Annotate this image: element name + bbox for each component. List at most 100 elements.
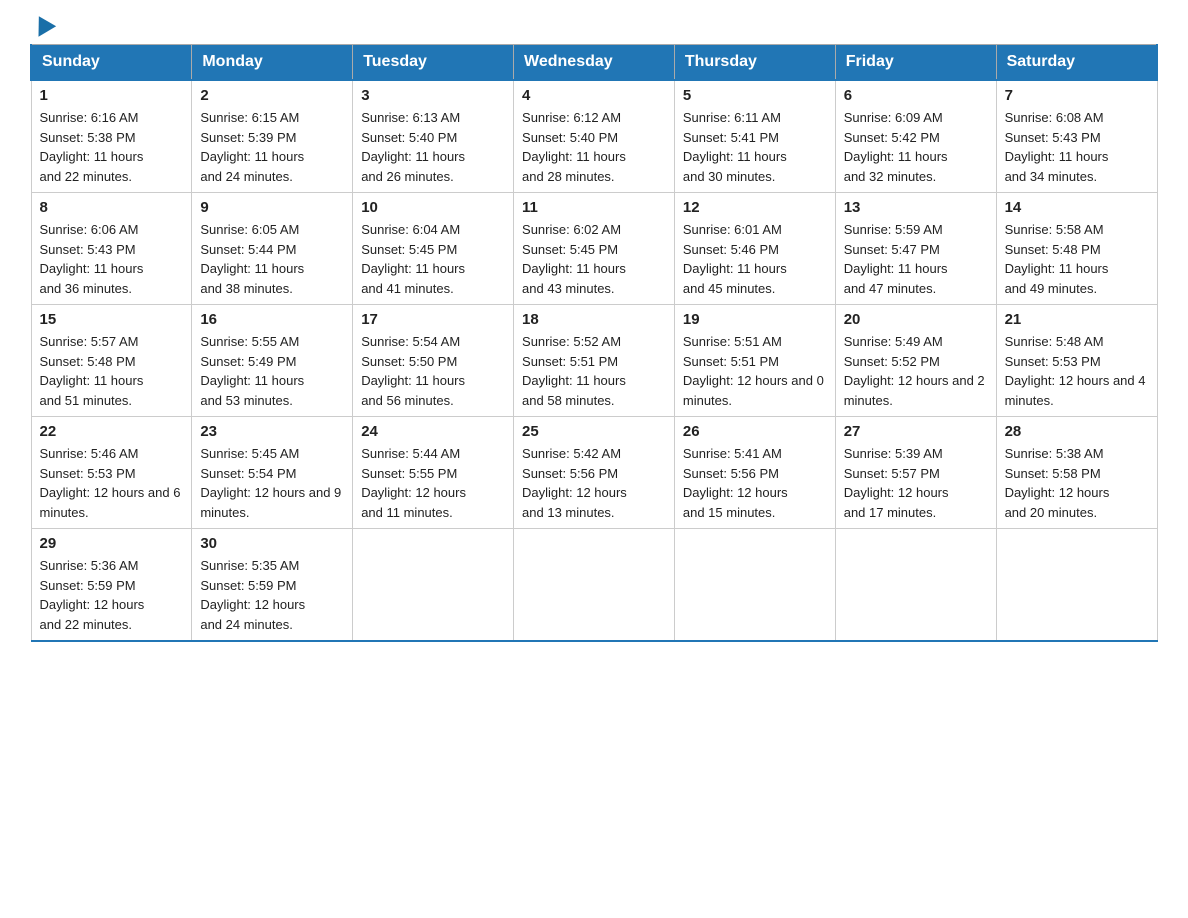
header-sunday: Sunday — [31, 45, 192, 81]
day-info: Sunrise: 6:08 AMSunset: 5:43 PMDaylight:… — [1005, 110, 1109, 184]
day-info: Sunrise: 5:39 AMSunset: 5:57 PMDaylight:… — [844, 446, 949, 520]
day-number: 24 — [361, 423, 505, 440]
day-info: Sunrise: 6:15 AMSunset: 5:39 PMDaylight:… — [200, 110, 304, 184]
calendar-header-row: SundayMondayTuesdayWednesdayThursdayFrid… — [31, 45, 1157, 81]
day-info: Sunrise: 5:42 AMSunset: 5:56 PMDaylight:… — [522, 446, 627, 520]
day-info: Sunrise: 5:49 AMSunset: 5:52 PMDaylight:… — [844, 334, 985, 408]
day-info: Sunrise: 5:35 AMSunset: 5:59 PMDaylight:… — [200, 558, 305, 632]
logo-triangle-icon — [30, 16, 56, 42]
day-number: 7 — [1005, 87, 1149, 104]
day-info: Sunrise: 6:09 AMSunset: 5:42 PMDaylight:… — [844, 110, 948, 184]
header-wednesday: Wednesday — [514, 45, 675, 81]
day-info: Sunrise: 5:59 AMSunset: 5:47 PMDaylight:… — [844, 222, 948, 296]
day-info: Sunrise: 6:04 AMSunset: 5:45 PMDaylight:… — [361, 222, 465, 296]
header-thursday: Thursday — [674, 45, 835, 81]
day-number: 17 — [361, 311, 505, 328]
day-info: Sunrise: 5:41 AMSunset: 5:56 PMDaylight:… — [683, 446, 788, 520]
day-number: 12 — [683, 199, 827, 216]
day-number: 3 — [361, 87, 505, 104]
day-number: 9 — [200, 199, 344, 216]
day-info: Sunrise: 5:57 AMSunset: 5:48 PMDaylight:… — [40, 334, 144, 408]
day-info: Sunrise: 6:13 AMSunset: 5:40 PMDaylight:… — [361, 110, 465, 184]
day-info: Sunrise: 6:05 AMSunset: 5:44 PMDaylight:… — [200, 222, 304, 296]
header-monday: Monday — [192, 45, 353, 81]
day-number: 27 — [844, 423, 988, 440]
calendar-cell — [835, 529, 996, 642]
day-number: 5 — [683, 87, 827, 104]
calendar-cell: 23 Sunrise: 5:45 AMSunset: 5:54 PMDaylig… — [192, 417, 353, 529]
day-number: 13 — [844, 199, 988, 216]
day-number: 14 — [1005, 199, 1149, 216]
day-info: Sunrise: 6:11 AMSunset: 5:41 PMDaylight:… — [683, 110, 787, 184]
calendar-cell: 19 Sunrise: 5:51 AMSunset: 5:51 PMDaylig… — [674, 305, 835, 417]
logo — [30, 20, 53, 34]
calendar-cell — [996, 529, 1157, 642]
day-number: 29 — [40, 535, 184, 552]
calendar-cell: 30 Sunrise: 5:35 AMSunset: 5:59 PMDaylig… — [192, 529, 353, 642]
day-info: Sunrise: 6:01 AMSunset: 5:46 PMDaylight:… — [683, 222, 787, 296]
day-number: 15 — [40, 311, 184, 328]
day-info: Sunrise: 5:51 AMSunset: 5:51 PMDaylight:… — [683, 334, 824, 408]
calendar-cell: 27 Sunrise: 5:39 AMSunset: 5:57 PMDaylig… — [835, 417, 996, 529]
calendar-cell: 4 Sunrise: 6:12 AMSunset: 5:40 PMDayligh… — [514, 80, 675, 193]
day-number: 16 — [200, 311, 344, 328]
calendar-cell — [514, 529, 675, 642]
calendar-cell: 7 Sunrise: 6:08 AMSunset: 5:43 PMDayligh… — [996, 80, 1157, 193]
calendar-cell: 6 Sunrise: 6:09 AMSunset: 5:42 PMDayligh… — [835, 80, 996, 193]
day-number: 11 — [522, 199, 666, 216]
calendar-cell — [353, 529, 514, 642]
day-info: Sunrise: 5:45 AMSunset: 5:54 PMDaylight:… — [200, 446, 341, 520]
day-info: Sunrise: 5:58 AMSunset: 5:48 PMDaylight:… — [1005, 222, 1109, 296]
day-number: 23 — [200, 423, 344, 440]
day-info: Sunrise: 6:16 AMSunset: 5:38 PMDaylight:… — [40, 110, 144, 184]
day-number: 1 — [40, 87, 184, 104]
day-number: 20 — [844, 311, 988, 328]
calendar-week-row: 8 Sunrise: 6:06 AMSunset: 5:43 PMDayligh… — [31, 193, 1157, 305]
day-number: 22 — [40, 423, 184, 440]
calendar-cell: 25 Sunrise: 5:42 AMSunset: 5:56 PMDaylig… — [514, 417, 675, 529]
calendar-cell: 3 Sunrise: 6:13 AMSunset: 5:40 PMDayligh… — [353, 80, 514, 193]
day-info: Sunrise: 5:55 AMSunset: 5:49 PMDaylight:… — [200, 334, 304, 408]
calendar-cell: 18 Sunrise: 5:52 AMSunset: 5:51 PMDaylig… — [514, 305, 675, 417]
calendar-cell: 2 Sunrise: 6:15 AMSunset: 5:39 PMDayligh… — [192, 80, 353, 193]
day-number: 25 — [522, 423, 666, 440]
calendar-cell: 5 Sunrise: 6:11 AMSunset: 5:41 PMDayligh… — [674, 80, 835, 193]
calendar-cell: 15 Sunrise: 5:57 AMSunset: 5:48 PMDaylig… — [31, 305, 192, 417]
calendar-week-row: 29 Sunrise: 5:36 AMSunset: 5:59 PMDaylig… — [31, 529, 1157, 642]
calendar-cell: 8 Sunrise: 6:06 AMSunset: 5:43 PMDayligh… — [31, 193, 192, 305]
header-friday: Friday — [835, 45, 996, 81]
day-number: 4 — [522, 87, 666, 104]
calendar-cell: 11 Sunrise: 6:02 AMSunset: 5:45 PMDaylig… — [514, 193, 675, 305]
page-header — [30, 20, 1158, 34]
day-info: Sunrise: 6:02 AMSunset: 5:45 PMDaylight:… — [522, 222, 626, 296]
calendar-week-row: 1 Sunrise: 6:16 AMSunset: 5:38 PMDayligh… — [31, 80, 1157, 193]
day-number: 10 — [361, 199, 505, 216]
day-info: Sunrise: 5:36 AMSunset: 5:59 PMDaylight:… — [40, 558, 145, 632]
day-info: Sunrise: 5:52 AMSunset: 5:51 PMDaylight:… — [522, 334, 626, 408]
calendar-cell: 29 Sunrise: 5:36 AMSunset: 5:59 PMDaylig… — [31, 529, 192, 642]
calendar-cell: 16 Sunrise: 5:55 AMSunset: 5:49 PMDaylig… — [192, 305, 353, 417]
day-info: Sunrise: 5:44 AMSunset: 5:55 PMDaylight:… — [361, 446, 466, 520]
day-number: 28 — [1005, 423, 1149, 440]
header-saturday: Saturday — [996, 45, 1157, 81]
calendar-week-row: 15 Sunrise: 5:57 AMSunset: 5:48 PMDaylig… — [31, 305, 1157, 417]
day-number: 21 — [1005, 311, 1149, 328]
day-info: Sunrise: 6:12 AMSunset: 5:40 PMDaylight:… — [522, 110, 626, 184]
calendar-cell: 26 Sunrise: 5:41 AMSunset: 5:56 PMDaylig… — [674, 417, 835, 529]
calendar-cell: 28 Sunrise: 5:38 AMSunset: 5:58 PMDaylig… — [996, 417, 1157, 529]
day-number: 26 — [683, 423, 827, 440]
calendar-cell: 13 Sunrise: 5:59 AMSunset: 5:47 PMDaylig… — [835, 193, 996, 305]
calendar-cell: 14 Sunrise: 5:58 AMSunset: 5:48 PMDaylig… — [996, 193, 1157, 305]
calendar-cell — [674, 529, 835, 642]
day-info: Sunrise: 5:48 AMSunset: 5:53 PMDaylight:… — [1005, 334, 1146, 408]
day-info: Sunrise: 5:46 AMSunset: 5:53 PMDaylight:… — [40, 446, 181, 520]
day-info: Sunrise: 5:54 AMSunset: 5:50 PMDaylight:… — [361, 334, 465, 408]
calendar-cell: 12 Sunrise: 6:01 AMSunset: 5:46 PMDaylig… — [674, 193, 835, 305]
calendar-cell: 9 Sunrise: 6:05 AMSunset: 5:44 PMDayligh… — [192, 193, 353, 305]
day-number: 19 — [683, 311, 827, 328]
calendar-cell: 10 Sunrise: 6:04 AMSunset: 5:45 PMDaylig… — [353, 193, 514, 305]
calendar-cell: 21 Sunrise: 5:48 AMSunset: 5:53 PMDaylig… — [996, 305, 1157, 417]
header-tuesday: Tuesday — [353, 45, 514, 81]
calendar-table: SundayMondayTuesdayWednesdayThursdayFrid… — [30, 44, 1158, 642]
day-number: 8 — [40, 199, 184, 216]
